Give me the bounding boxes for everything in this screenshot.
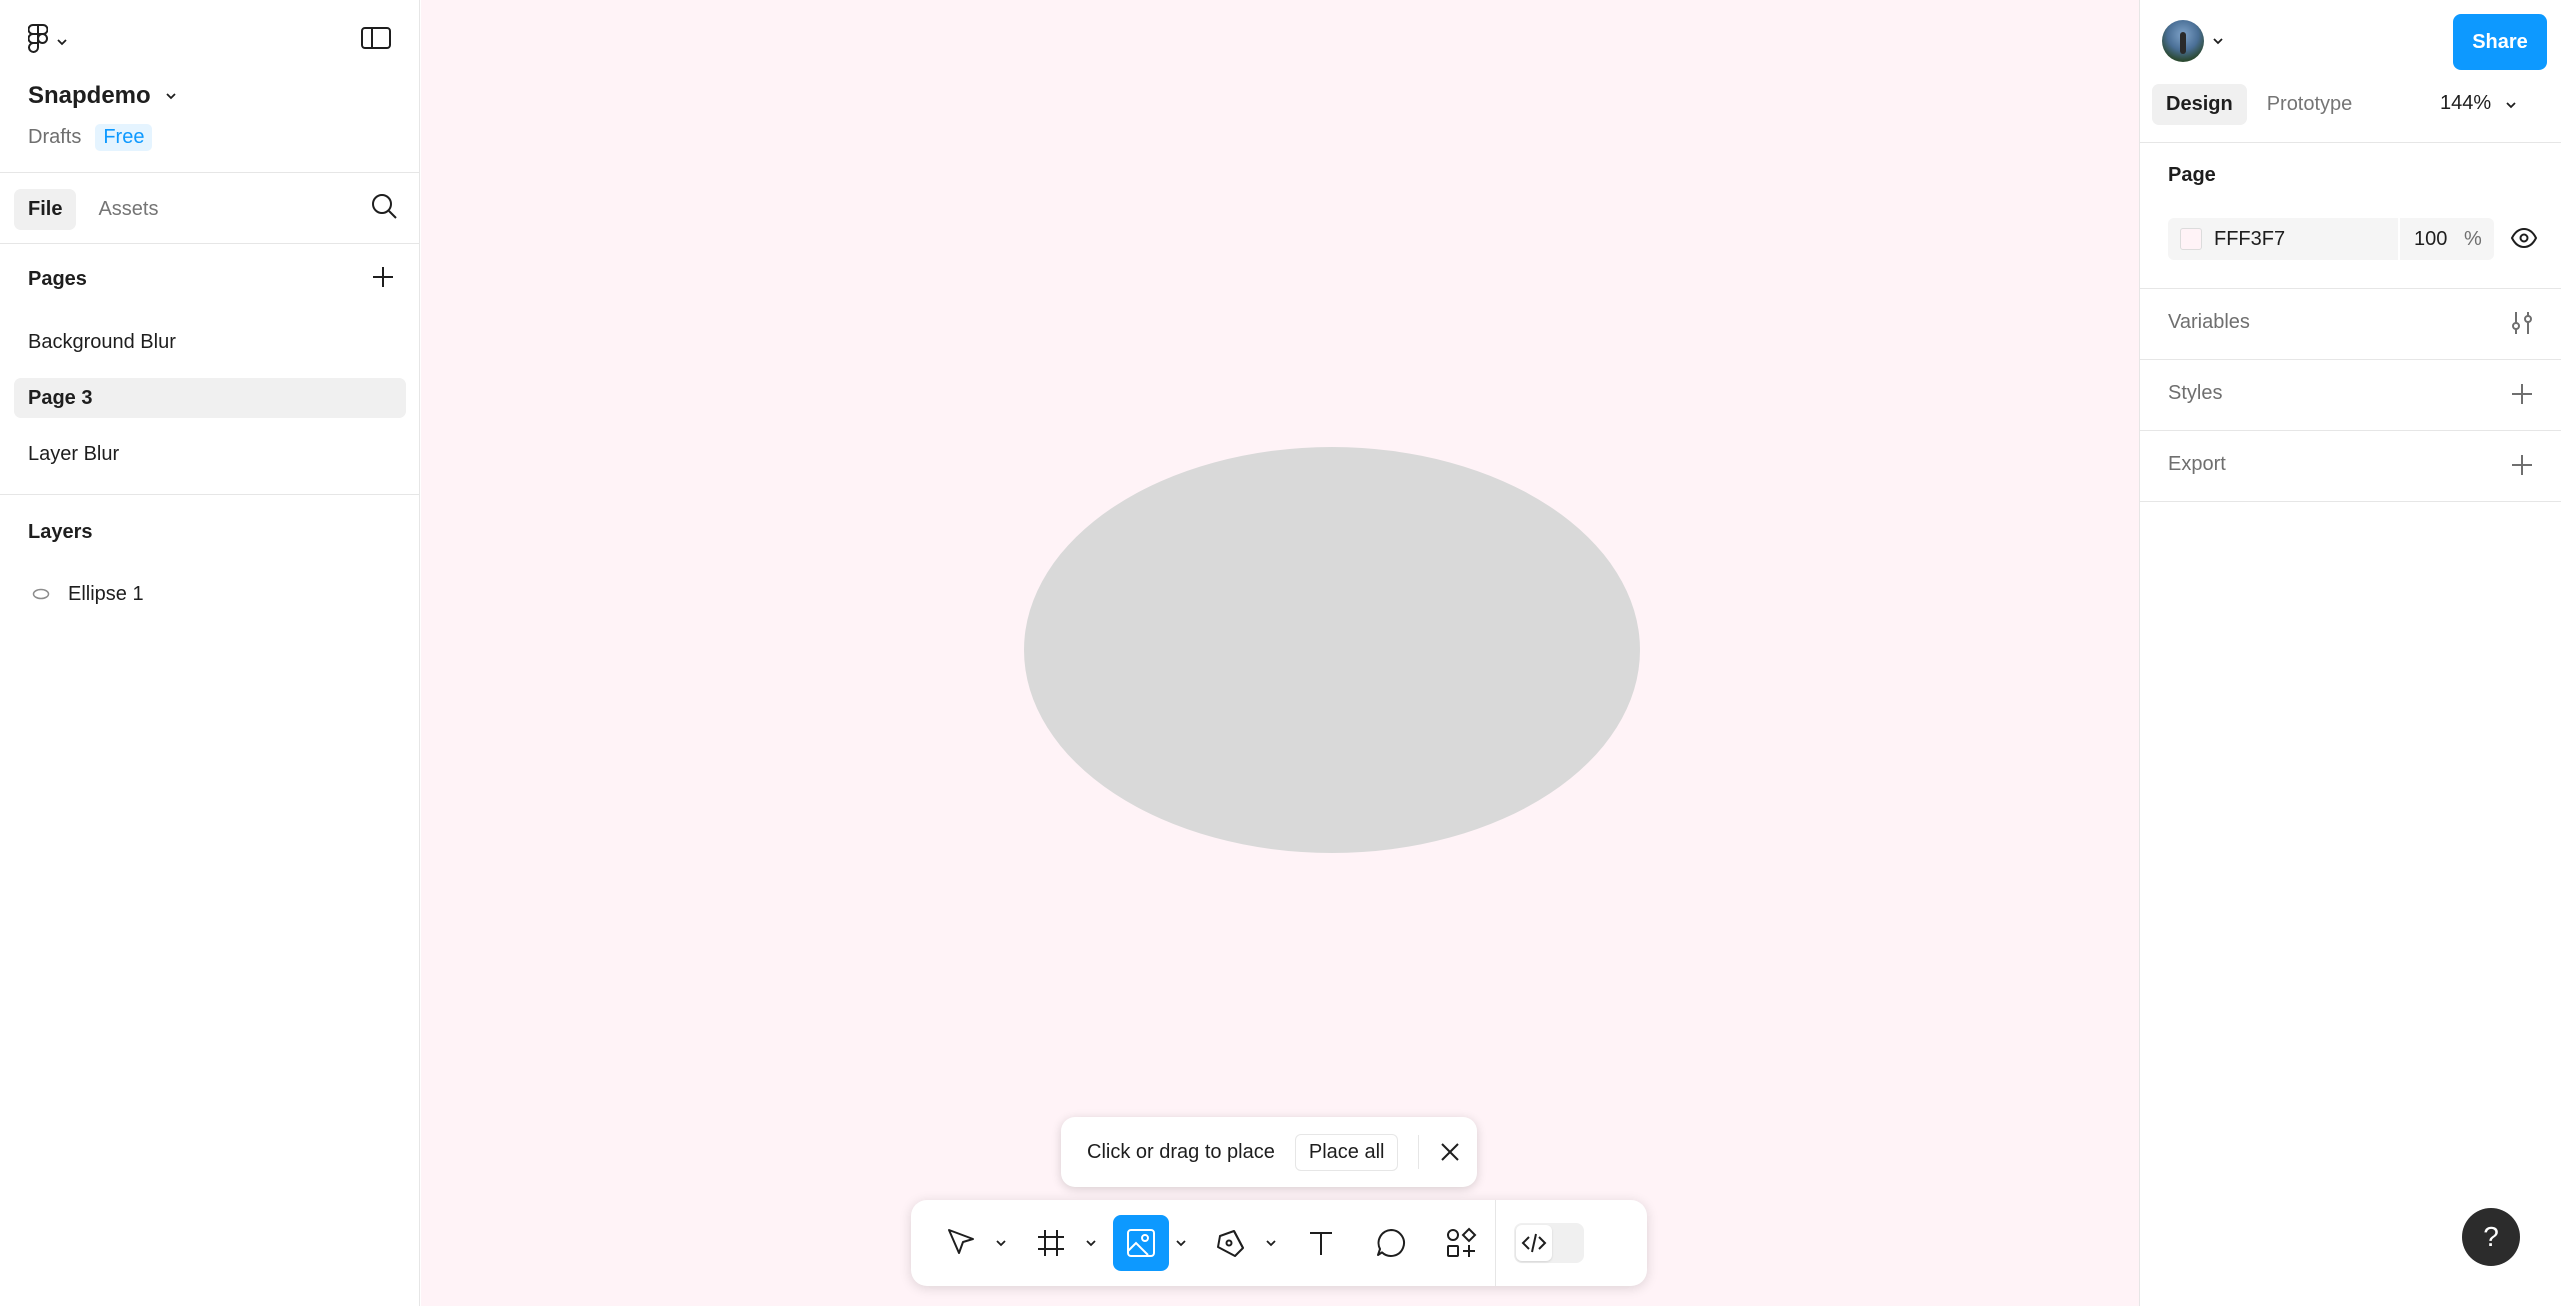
comment-tool-icon[interactable]: [1363, 1215, 1419, 1271]
place-image-toast: Click or drag to place Place all: [1061, 1117, 1478, 1187]
canvas[interactable]: Click or drag to place Place all: [421, 0, 2139, 1306]
left-sidebar: Snapdemo Drafts Free File Assets Pages B…: [0, 0, 420, 1306]
page-item-layer-blur[interactable]: Layer Blur: [14, 434, 406, 474]
divider: [0, 243, 420, 244]
eye-icon[interactable]: [2510, 226, 2538, 255]
zoom-level: 144%: [2440, 92, 2492, 114]
divider: [2140, 359, 2561, 360]
pages-heading: Pages: [28, 268, 87, 290]
page-opacity-value[interactable]: 100: [2414, 228, 2464, 251]
layer-item[interactable]: Ellipse 1: [14, 574, 406, 614]
file-name-button[interactable]: Snapdemo: [28, 82, 177, 110]
user-menu-button[interactable]: [2162, 20, 2224, 62]
move-tool-menu-chevron-icon[interactable]: [989, 1215, 1013, 1271]
divider: [2140, 142, 2561, 143]
layers-heading: Layers: [28, 521, 93, 543]
chevron-down-icon: [2212, 32, 2224, 50]
zoom-dropdown[interactable]: 144%: [2440, 92, 2517, 115]
right-sidebar: Share Design Prototype 144% Page FFF3F7 …: [2139, 0, 2561, 1306]
percent-label: %: [2464, 227, 2482, 250]
add-export-icon[interactable]: [2510, 453, 2534, 482]
sidebar-toggle-icon[interactable]: [360, 26, 392, 55]
help-button[interactable]: ?: [2462, 1208, 2520, 1266]
left-tabs: File Assets: [14, 189, 172, 230]
layer-name: Ellipse 1: [68, 582, 144, 605]
right-tabs: Design Prototype: [2152, 84, 2366, 125]
divider: [2398, 218, 2400, 260]
export-heading: Export: [2168, 453, 2226, 475]
divider: [1418, 1135, 1420, 1169]
divider: [0, 494, 420, 495]
tab-design[interactable]: Design: [2152, 84, 2247, 125]
chevron-down-icon: [165, 87, 177, 105]
place-toast-message: Click or drag to place: [1087, 1140, 1275, 1163]
ellipse-icon: [32, 583, 50, 606]
main-menu-button[interactable]: [27, 24, 68, 59]
page-item-page-3[interactable]: Page 3: [14, 378, 406, 418]
tab-file[interactable]: File: [14, 189, 77, 230]
chevron-down-icon: [56, 33, 68, 51]
close-icon[interactable]: [1439, 1141, 1461, 1163]
dev-mode-toggle[interactable]: [1514, 1223, 1584, 1263]
tab-prototype[interactable]: Prototype: [2253, 84, 2367, 125]
frame-tool-menu-chevron-icon[interactable]: [1079, 1215, 1103, 1271]
bottom-toolbar: [911, 1200, 1647, 1286]
pen-tool-icon[interactable]: [1203, 1215, 1259, 1271]
divider: [2140, 430, 2561, 431]
divider: [2140, 501, 2561, 502]
search-icon[interactable]: [370, 192, 398, 225]
variables-settings-icon[interactable]: [2510, 310, 2534, 341]
file-meta: Drafts Free: [28, 124, 153, 151]
add-page-icon[interactable]: [370, 264, 396, 295]
plan-badge[interactable]: Free: [95, 124, 153, 151]
drafts-link[interactable]: Drafts: [28, 126, 81, 149]
move-tool-icon[interactable]: [933, 1215, 989, 1271]
ellipse-shape[interactable]: [1024, 447, 1640, 853]
page-color-field[interactable]: FFF3F7 100 %: [2168, 218, 2494, 260]
text-tool-icon[interactable]: [1293, 1215, 1349, 1271]
add-style-icon[interactable]: [2510, 382, 2534, 411]
frame-tool-icon[interactable]: [1023, 1215, 1079, 1271]
image-tool-menu-chevron-icon[interactable]: [1169, 1215, 1193, 1271]
place-all-button[interactable]: Place all: [1294, 1133, 1399, 1171]
variables-heading: Variables: [2168, 311, 2250, 333]
file-name: Snapdemo: [28, 82, 151, 109]
chevron-down-icon: [2505, 92, 2517, 115]
image-tool-icon[interactable]: [1113, 1215, 1169, 1271]
avatar: [2162, 20, 2204, 62]
actions-tool-icon[interactable]: [1433, 1215, 1489, 1271]
divider: [1495, 1200, 1496, 1286]
tab-assets[interactable]: Assets: [84, 189, 172, 230]
color-swatch[interactable]: [2180, 228, 2202, 250]
share-button[interactable]: Share: [2453, 14, 2547, 70]
page-item-background-blur[interactable]: Background Blur: [14, 322, 406, 362]
divider: [2140, 288, 2561, 289]
page-color-hex[interactable]: FFF3F7: [2214, 228, 2398, 251]
pen-tool-menu-chevron-icon[interactable]: [1259, 1215, 1283, 1271]
code-icon: [1516, 1225, 1552, 1261]
divider: [0, 172, 420, 173]
figma-logo-icon: [27, 24, 49, 59]
styles-heading: Styles: [2168, 382, 2223, 404]
page-section-heading: Page: [2168, 164, 2216, 186]
